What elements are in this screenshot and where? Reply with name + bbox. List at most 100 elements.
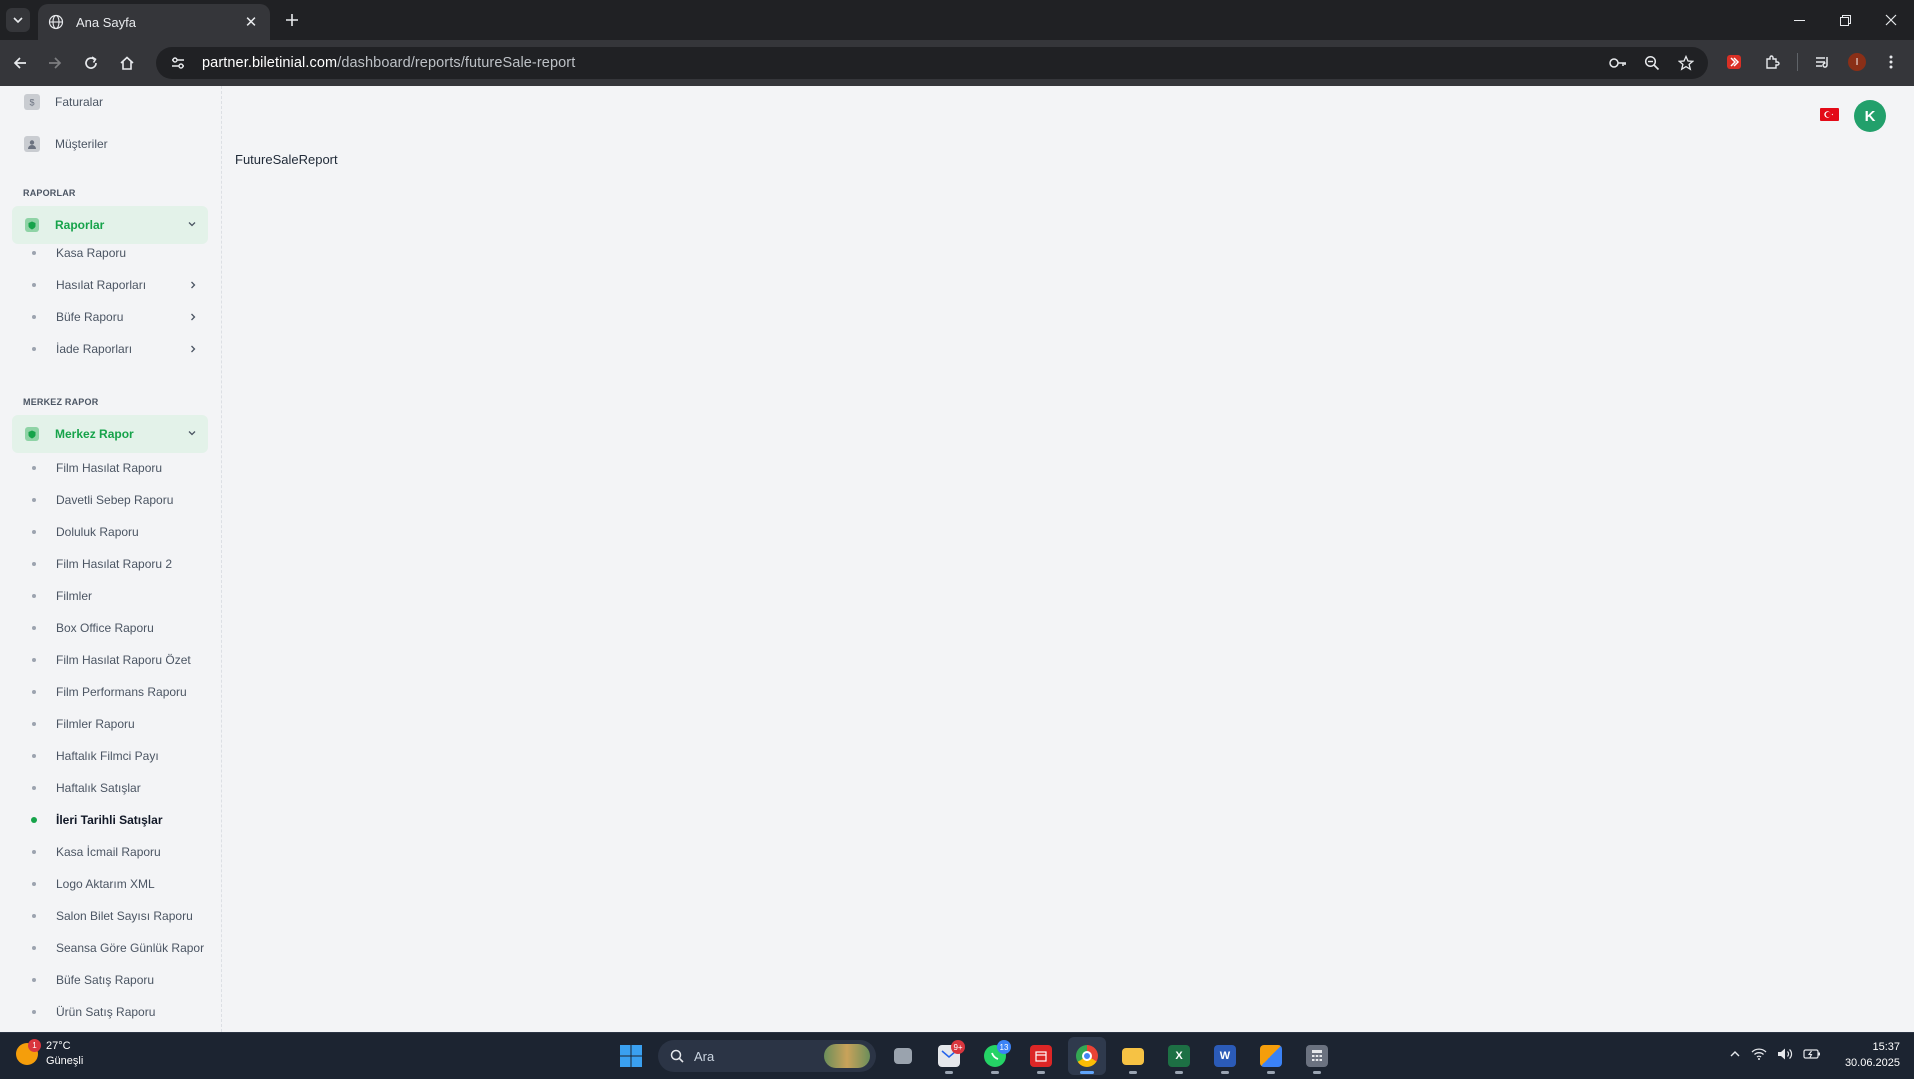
bullet-icon bbox=[32, 283, 36, 287]
taskbar-app-file-explorer[interactable] bbox=[1114, 1037, 1152, 1075]
bullet-icon bbox=[32, 722, 36, 726]
battery-icon[interactable] bbox=[1803, 1048, 1821, 1063]
reload-button[interactable] bbox=[79, 51, 103, 75]
weather-temperature: 27°C bbox=[46, 1040, 71, 1052]
sidebar-sub-item[interactable]: Logo Aktarım XML bbox=[30, 873, 208, 895]
sidebar-sub-item[interactable]: Filmler Raporu bbox=[30, 713, 208, 735]
taskbar-app-mail[interactable]: 9+ bbox=[930, 1037, 968, 1075]
site-settings-icon[interactable] bbox=[164, 55, 192, 71]
globe-icon bbox=[48, 14, 64, 30]
profile-avatar[interactable]: I bbox=[1848, 53, 1866, 71]
close-icon[interactable]: ✕ bbox=[242, 13, 260, 31]
minimize-icon bbox=[1793, 19, 1805, 21]
bullet-icon bbox=[32, 315, 36, 319]
weather-widget[interactable]: 1 27°C Güneşli bbox=[16, 1039, 83, 1069]
home-button[interactable] bbox=[115, 51, 139, 75]
forward-button[interactable] bbox=[43, 51, 67, 75]
sidebar-sub-item[interactable]: Doluluk Raporu bbox=[30, 521, 208, 543]
sidebar-item-musteriler[interactable]: Müşteriler bbox=[24, 136, 108, 152]
sidebar-sub-item-label: Salon Bilet Sayısı Raporu bbox=[56, 909, 193, 923]
system-clock[interactable]: 15:37 30.06.2025 bbox=[1845, 1039, 1900, 1071]
back-button[interactable] bbox=[8, 51, 32, 75]
bullet-icon bbox=[32, 466, 36, 470]
task-view-button[interactable] bbox=[884, 1037, 922, 1075]
taskbar-app-whatsapp[interactable]: 13 bbox=[976, 1037, 1014, 1075]
new-tab-button[interactable] bbox=[280, 8, 304, 32]
running-indicator bbox=[1267, 1071, 1275, 1074]
sidebar-sub-item[interactable]: Hasılat Raporları bbox=[30, 274, 208, 296]
sidebar-sub-item-label: Hasılat Raporları bbox=[56, 278, 147, 292]
sidebar-sub-item[interactable]: Filmler bbox=[30, 585, 208, 607]
sidebar-sub-item[interactable]: Kasa Raporu bbox=[30, 242, 208, 264]
sidebar-sub-item-label: Film Performans Raporu bbox=[56, 685, 187, 699]
bullet-icon bbox=[32, 786, 36, 790]
bookmark-star-icon[interactable] bbox=[1676, 53, 1696, 73]
group-header-label: Raporlar bbox=[55, 218, 105, 232]
browser-tab-active[interactable]: Ana Sayfa ✕ bbox=[38, 4, 270, 40]
zoom-icon[interactable] bbox=[1642, 53, 1662, 73]
sidebar-sub-item-label: Haftalık Satışlar bbox=[56, 781, 141, 795]
sidebar-sub-item[interactable]: Büfe Raporu bbox=[30, 306, 208, 328]
sidebar-sub-item[interactable]: Film Hasılat Raporu bbox=[30, 457, 208, 479]
taskbar-app-calendar[interactable] bbox=[1022, 1037, 1060, 1075]
taskbar-app-calculator[interactable] bbox=[1298, 1037, 1336, 1075]
taskbar-search[interactable]: Ara bbox=[658, 1040, 876, 1072]
media-control-icon[interactable] bbox=[1810, 49, 1836, 75]
taskbar-app-word[interactable]: W bbox=[1206, 1037, 1244, 1075]
user-avatar[interactable]: K bbox=[1854, 100, 1886, 132]
sidebar-sub-item[interactable]: Büfe Satış Raporu bbox=[30, 969, 208, 991]
url-path: /dashboard/reports/futureSale-report bbox=[337, 55, 576, 71]
sidebar-sub-item-label: Büfe Raporu bbox=[56, 310, 124, 324]
extension-red-icon[interactable] bbox=[1721, 49, 1747, 75]
sidebar-sub-item-label: Film Hasılat Raporu Özet bbox=[56, 653, 191, 667]
url-text: partner.biletinial.com/dashboard/reports… bbox=[202, 55, 575, 71]
sidebar: $ Faturalar Müşteriler RAPORLAR Raporlar… bbox=[0, 86, 222, 1032]
minimize-button[interactable] bbox=[1776, 0, 1822, 40]
sidebar-sub-item[interactable]: Ürün Satış Raporu bbox=[30, 1001, 208, 1023]
sidebar-sub-item[interactable]: Haftalık Satışlar bbox=[30, 777, 208, 799]
sidebar-sub-item[interactable]: Haftalık Filmci Payı bbox=[30, 745, 208, 767]
tab-search-button[interactable] bbox=[6, 8, 30, 32]
sidebar-sub-item[interactable]: Seansa Göre Günlük Rapor bbox=[30, 937, 208, 959]
address-bar[interactable]: partner.biletinial.com/dashboard/reports… bbox=[156, 47, 1708, 79]
sidebar-sub-item[interactable]: İleri Tarihli Satışlar bbox=[30, 809, 208, 831]
sidebar-sub-item[interactable]: Box Office Raporu bbox=[30, 617, 208, 639]
bullet-icon bbox=[32, 882, 36, 886]
sidebar-sub-item[interactable]: Kasa İcmail Raporu bbox=[30, 841, 208, 863]
close-window-button[interactable] bbox=[1868, 0, 1914, 40]
running-indicator bbox=[991, 1071, 999, 1074]
bullet-icon bbox=[32, 690, 36, 694]
bullet-icon bbox=[32, 978, 36, 982]
taskbar-app-chrome[interactable] bbox=[1068, 1037, 1106, 1075]
running-indicator bbox=[945, 1071, 953, 1074]
sidebar-sub-item-label: Logo Aktarım XML bbox=[56, 877, 155, 891]
sidebar-sub-item[interactable]: Salon Bilet Sayısı Raporu bbox=[30, 905, 208, 927]
wifi-icon[interactable] bbox=[1751, 1047, 1767, 1063]
chevron-right-icon bbox=[191, 345, 196, 353]
sidebar-sub-item[interactable]: Film Hasılat Raporu 2 bbox=[30, 553, 208, 575]
turkey-flag-icon[interactable] bbox=[1820, 108, 1839, 121]
password-key-icon[interactable] bbox=[1608, 53, 1628, 73]
restore-button[interactable] bbox=[1822, 0, 1868, 40]
sidebar-sub-item[interactable]: Film Hasılat Raporu Özet bbox=[30, 649, 208, 671]
sidebar-sub-item[interactable]: İade Raporları bbox=[30, 338, 208, 360]
close-icon bbox=[1885, 14, 1897, 26]
taskbar-app-control-panel[interactable] bbox=[1252, 1037, 1290, 1075]
chevron-up-icon[interactable] bbox=[1729, 1048, 1741, 1063]
sidebar-sub-item[interactable]: Davetli Sebep Raporu bbox=[30, 489, 208, 511]
sidebar-sub-item-label: Büfe Satış Raporu bbox=[56, 973, 155, 987]
volume-icon[interactable] bbox=[1777, 1047, 1793, 1064]
start-button[interactable] bbox=[612, 1037, 650, 1075]
extensions-puzzle-icon[interactable] bbox=[1759, 49, 1785, 75]
taskbar-app-excel[interactable]: X bbox=[1160, 1037, 1198, 1075]
bullet-icon bbox=[32, 658, 36, 662]
group-header-merkez-rapor[interactable]: Merkez Rapor bbox=[12, 415, 208, 453]
sidebar-item-faturalar[interactable]: $ Faturalar bbox=[24, 94, 103, 110]
calendar-app-icon bbox=[1030, 1045, 1052, 1067]
more-vertical-icon[interactable] bbox=[1878, 49, 1904, 75]
group-header-raporlar[interactable]: Raporlar bbox=[12, 206, 208, 244]
sidebar-sub-item-label: Film Hasılat Raporu 2 bbox=[56, 557, 173, 571]
sidebar-item-label: Müşteriler bbox=[55, 137, 108, 151]
sidebar-sub-item[interactable]: Film Performans Raporu bbox=[30, 681, 208, 703]
sidebar-sub-item-label: Box Office Raporu bbox=[56, 621, 154, 635]
